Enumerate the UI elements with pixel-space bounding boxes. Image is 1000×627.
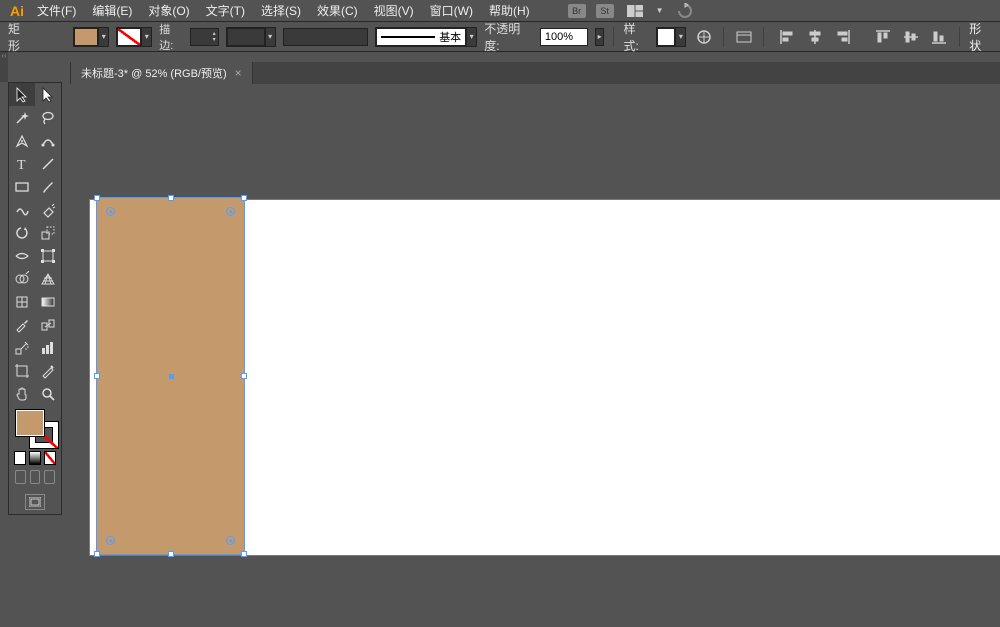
menu-file[interactable]: 文件(F) [29, 0, 84, 22]
recolor-icon[interactable] [693, 26, 714, 48]
handle-n[interactable] [168, 195, 174, 201]
opacity-label: 不透明度: [484, 20, 533, 54]
paintbrush-tool[interactable] [35, 175, 61, 198]
sync-icon[interactable] [674, 0, 696, 22]
shape-builder-tool[interactable] [9, 267, 35, 290]
tools-panel: T [8, 82, 62, 515]
direct-selection-tool[interactable] [35, 83, 61, 106]
bridge-icon[interactable]: Br [568, 4, 586, 18]
color-mode-solid[interactable] [14, 451, 26, 465]
brush-definition-dropdown[interactable]: 基本▾ [375, 27, 477, 47]
fill-stroke-indicator[interactable] [15, 409, 59, 449]
mesh-tool[interactable] [9, 290, 35, 313]
align-right-icon[interactable] [832, 26, 854, 48]
menu-window[interactable]: 窗口(W) [422, 0, 481, 22]
scale-tool[interactable] [35, 221, 61, 244]
live-corner-nw[interactable] [106, 207, 115, 216]
align-top-icon[interactable] [872, 26, 894, 48]
handle-sw[interactable] [94, 551, 100, 557]
eyedropper-tool[interactable] [9, 313, 35, 336]
column-graph-tool[interactable] [35, 336, 61, 359]
align-vcenter-icon[interactable] [900, 26, 922, 48]
width-tool[interactable] [9, 244, 35, 267]
live-corner-sw[interactable] [106, 536, 115, 545]
arrange-docs-icon[interactable] [624, 0, 646, 22]
selection-tool[interactable] [9, 83, 35, 106]
close-icon[interactable]: × [235, 66, 242, 80]
transform-label[interactable]: 形状 [969, 20, 992, 54]
curvature-tool[interactable] [35, 129, 61, 152]
menu-effect[interactable]: 效果(C) [309, 0, 366, 22]
symbol-sprayer-tool[interactable] [9, 336, 35, 359]
eraser-tool[interactable] [35, 198, 61, 221]
opacity-dropdown-icon[interactable]: ▸ [595, 28, 605, 46]
rotate-tool[interactable] [9, 221, 35, 244]
handle-se[interactable] [241, 551, 247, 557]
type-tool[interactable]: T [9, 152, 35, 175]
align-left-icon[interactable] [776, 26, 798, 48]
align-buttons [776, 26, 950, 48]
stroke-color-swatch[interactable]: ▾ [116, 27, 152, 47]
slice-tool[interactable] [35, 359, 61, 382]
menu-select[interactable]: 选择(S) [253, 0, 309, 22]
graphic-style-swatch[interactable]: ▾ [656, 27, 686, 47]
stroke-profile-dropdown[interactable]: ▾ [226, 27, 276, 47]
align-hcenter-icon[interactable] [804, 26, 826, 48]
gradient-tool[interactable] [35, 290, 61, 313]
document-tab-label: 未标题-3* @ 52% (RGB/预览) [81, 65, 227, 81]
draw-inside-icon[interactable] [44, 470, 55, 484]
document-tabbar: 未标题-3* @ 52% (RGB/预览) × [70, 62, 1000, 84]
draw-behind-icon[interactable] [30, 470, 41, 484]
artboard-tool[interactable] [9, 359, 35, 382]
style-label: 样式: [623, 20, 649, 54]
menu-help[interactable]: 帮助(H) [481, 0, 538, 22]
menu-object[interactable]: 对象(O) [140, 0, 197, 22]
document-tab[interactable]: 未标题-3* @ 52% (RGB/预览) × [70, 62, 253, 84]
doc-setup-icon[interactable] [733, 26, 754, 48]
live-corner-ne[interactable] [226, 207, 235, 216]
handle-w[interactable] [94, 373, 100, 379]
stroke-label: 描边: [159, 21, 183, 53]
stock-icon[interactable]: St [596, 4, 614, 18]
line-tool[interactable] [35, 152, 61, 175]
magic-wand-tool[interactable] [9, 106, 35, 129]
fill-color-swatch[interactable]: ▾ [73, 27, 109, 47]
menu-view[interactable]: 视图(V) [366, 0, 422, 22]
fill-indicator[interactable] [15, 409, 45, 437]
selection-bounding-box [96, 197, 245, 555]
live-corner-se[interactable] [226, 536, 235, 545]
handle-s[interactable] [168, 551, 174, 557]
control-bar: 矩形 ▾ ▾ 描边: ▴▾ ▾ 基本▾ 不透明度: 100% ▸ 样式: ▾ 形… [0, 22, 1000, 52]
rectangle-tool[interactable] [9, 175, 35, 198]
handle-e[interactable] [241, 373, 247, 379]
stroke-weight-stepper[interactable]: ▴▾ [190, 28, 219, 46]
lasso-tool[interactable] [35, 106, 61, 129]
app-icon: Ai [5, 0, 29, 22]
shaper-tool[interactable] [9, 198, 35, 221]
align-bottom-icon[interactable] [928, 26, 950, 48]
variable-width-dropdown[interactable] [283, 28, 369, 46]
canvas-area[interactable] [70, 84, 1000, 627]
dropdown-icon[interactable]: ▼ [656, 6, 664, 15]
hand-tool[interactable] [9, 382, 35, 405]
shape-type-label: 矩形 [8, 20, 31, 54]
draw-normal-icon[interactable] [15, 470, 26, 484]
handle-nw[interactable] [94, 195, 100, 201]
perspective-grid-tool[interactable] [35, 267, 61, 290]
menu-edit[interactable]: 编辑(E) [84, 0, 140, 22]
zoom-tool[interactable] [35, 382, 61, 405]
color-mode-none[interactable] [44, 451, 56, 465]
center-point[interactable] [169, 374, 174, 379]
opacity-input[interactable]: 100% [540, 28, 588, 46]
handle-ne[interactable] [241, 195, 247, 201]
blend-tool[interactable] [35, 313, 61, 336]
svg-text:T: T [17, 158, 26, 172]
menu-type[interactable]: 文字(T) [198, 0, 253, 22]
color-mode-gradient[interactable] [29, 451, 41, 465]
screen-mode-button[interactable] [25, 494, 45, 510]
free-transform-tool[interactable] [35, 244, 61, 267]
pen-tool[interactable] [9, 129, 35, 152]
panel-grip[interactable]: ‹‹ [0, 52, 8, 82]
